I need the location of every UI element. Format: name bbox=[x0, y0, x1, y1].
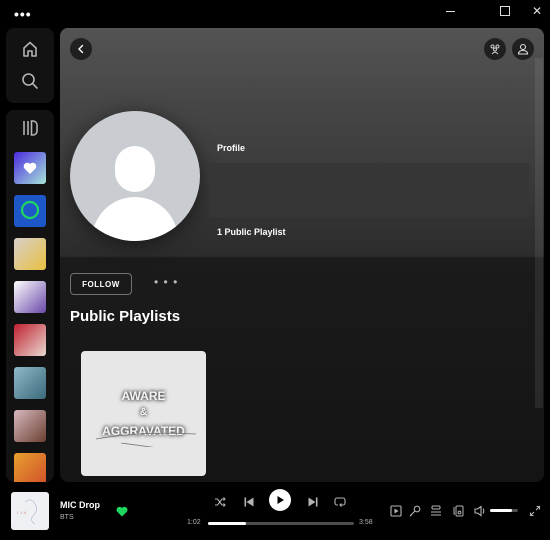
library-item[interactable] bbox=[14, 152, 46, 184]
library-item[interactable] bbox=[14, 324, 46, 356]
chevron-left-icon bbox=[78, 44, 84, 54]
library-item[interactable] bbox=[14, 410, 46, 442]
friends-icon bbox=[490, 44, 500, 55]
app-menu-button[interactable]: ••• bbox=[14, 6, 32, 22]
friend-activity-button[interactable] bbox=[484, 38, 506, 60]
playlist-card[interactable]: AWARE & AGGRAVATED bbox=[81, 351, 206, 476]
close-button[interactable]: ✕ bbox=[527, 3, 547, 19]
minimize-button[interactable] bbox=[441, 3, 461, 19]
playlist-title-line2: & bbox=[139, 407, 148, 418]
svg-text:L Y A: L Y A bbox=[17, 510, 27, 515]
avatar-body bbox=[92, 197, 178, 241]
volume-fill bbox=[490, 509, 513, 512]
previous-track-icon[interactable] bbox=[243, 495, 255, 513]
playlist-title-line1: AWARE bbox=[121, 389, 166, 403]
volume-icon[interactable] bbox=[473, 504, 487, 518]
title-bar: ••• ✕ bbox=[0, 0, 550, 28]
play-button[interactable] bbox=[269, 489, 291, 511]
shuffle-icon[interactable] bbox=[214, 495, 226, 513]
total-time: 3:58 bbox=[359, 519, 373, 526]
track-artist[interactable]: BTS bbox=[60, 514, 74, 521]
scrollbar[interactable] bbox=[535, 58, 543, 408]
avatar-head bbox=[115, 146, 155, 192]
profile-avatar bbox=[70, 111, 200, 241]
volume-slider[interactable] bbox=[490, 509, 518, 512]
back-button[interactable] bbox=[70, 38, 92, 60]
library-item[interactable] bbox=[14, 453, 46, 482]
profile-stats[interactable]: 1 Public Playlist bbox=[217, 227, 286, 237]
library-item[interactable] bbox=[14, 281, 46, 313]
library-item[interactable] bbox=[14, 238, 46, 270]
library-icon[interactable] bbox=[20, 118, 40, 138]
heart-icon bbox=[23, 162, 37, 174]
playlist-ring-icon bbox=[20, 200, 40, 220]
scribble-decoration bbox=[95, 432, 197, 447]
library-item[interactable] bbox=[14, 195, 46, 227]
maximize-button[interactable] bbox=[495, 3, 515, 19]
search-icon[interactable] bbox=[20, 71, 40, 91]
now-playing-cover[interactable]: L Y A bbox=[11, 492, 49, 530]
profile-type-label: Profile bbox=[217, 143, 246, 153]
fullscreen-icon[interactable] bbox=[528, 504, 542, 518]
queue-icon[interactable] bbox=[429, 504, 443, 518]
liked-heart-icon[interactable] bbox=[116, 504, 128, 522]
library-item[interactable] bbox=[14, 367, 46, 399]
nav-panel bbox=[6, 28, 54, 103]
cover-art: L Y A bbox=[17, 499, 37, 525]
lyrics-icon[interactable] bbox=[408, 504, 422, 518]
connect-device-icon[interactable] bbox=[451, 504, 465, 518]
player-bar: L Y A MIC Drop BTS 1:02 3:58 bbox=[0, 485, 550, 540]
library-panel bbox=[6, 110, 54, 482]
more-options-button[interactable]: • • • bbox=[154, 275, 178, 289]
home-icon[interactable] bbox=[20, 39, 40, 59]
track-title[interactable]: MIC Drop bbox=[60, 500, 100, 510]
profile-page: Profile 1 Public Playlist FOLLOW • • • P… bbox=[60, 28, 544, 482]
playback-progress-bar[interactable] bbox=[208, 522, 354, 525]
profile-name bbox=[209, 163, 529, 217]
next-track-icon[interactable] bbox=[307, 495, 319, 513]
section-title: Public Playlists bbox=[70, 308, 181, 325]
current-time: 1:02 bbox=[187, 519, 201, 526]
progress-fill bbox=[208, 522, 246, 525]
repeat-icon[interactable] bbox=[334, 495, 346, 513]
user-menu-button[interactable] bbox=[512, 38, 534, 60]
user-icon bbox=[517, 43, 529, 55]
play-icon bbox=[277, 496, 284, 504]
now-playing-view-icon[interactable] bbox=[389, 504, 403, 518]
follow-button[interactable]: FOLLOW bbox=[70, 273, 132, 295]
